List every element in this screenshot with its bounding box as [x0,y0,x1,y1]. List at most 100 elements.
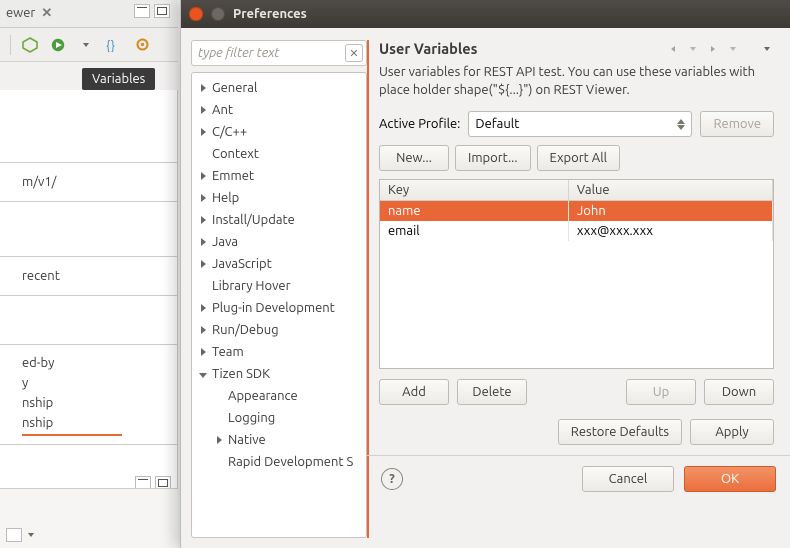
category-tree[interactable]: GeneralAntC/C++ContextEmmetHelp Install/U… [191,72,367,538]
chevron-down-icon[interactable] [28,526,34,540]
maximize-view-icon[interactable] [154,4,170,18]
expand-icon[interactable] [198,347,208,358]
apply-button[interactable]: Apply [690,419,774,445]
ide-view-tab[interactable]: ewer ✕ [0,0,58,24]
recent-label: recent [22,269,60,283]
tree-item[interactable]: Plug-in Development [192,297,366,319]
up-button[interactable]: Up [626,379,696,405]
tree-item[interactable]: Native [192,429,366,451]
node-icon[interactable] [21,36,39,54]
spinner-icon[interactable] [677,118,685,131]
list-item[interactable]: nship [22,393,167,413]
dialog-titlebar: Preferences [181,0,790,28]
tree-item[interactable]: Logging [192,407,366,429]
list-item[interactable]: ed-by [22,353,167,373]
restore-view-icon[interactable] [6,528,22,542]
cancel-button[interactable]: Cancel [582,466,674,492]
column-header-value[interactable]: Value [568,180,772,201]
export-all-button[interactable]: Export All [537,145,620,171]
chevron-down-icon[interactable] [726,42,740,56]
list-item[interactable]: y [22,373,167,393]
braces-icon[interactable]: {} [105,36,123,54]
page-history-nav [666,42,774,56]
recent-pane: recent [0,256,177,296]
expand-icon[interactable] [198,105,208,116]
tree-item[interactable]: JavaScript [192,253,366,275]
expand-icon[interactable] [198,193,208,204]
svg-text:{}: {} [106,39,115,52]
table-row[interactable]: nameJohn [380,201,773,222]
forward-icon[interactable] [706,42,720,56]
category-column: ✕ GeneralAntC/C++ContextEmmetHelp Install… [191,40,369,538]
tooltip: Variables [82,68,155,90]
back-icon[interactable] [666,42,680,56]
tree-item-label: Plug-in Development [212,301,335,315]
list-pane: ed-by y nship nship [0,344,177,445]
expand-icon[interactable] [198,325,208,336]
page-description: User variables for REST API test. You ca… [377,63,776,109]
tree-item-label: Appearance [228,389,298,403]
tree-item[interactable]: Emmet [192,165,366,187]
tree-item[interactable]: Install/Update [192,209,366,231]
tree-item[interactable]: Context [192,143,366,165]
window-close-icon[interactable] [189,7,203,21]
tree-item[interactable]: Team [192,341,366,363]
import-button[interactable]: Import... [455,145,531,171]
expand-icon[interactable] [198,303,208,314]
tree-item[interactable]: Help [192,187,366,209]
cell-value: John [568,201,772,222]
tree-item[interactable]: Tizen SDK [192,363,366,385]
expand-icon[interactable] [198,83,208,94]
chevron-down-icon[interactable] [686,42,700,56]
tree-item[interactable]: Run/Debug [192,319,366,341]
expand-icon[interactable] [214,435,224,446]
minimize-view-icon[interactable] [134,4,150,18]
remove-profile-button[interactable]: Remove [700,111,774,137]
cell-value: xxx@xxx.xxx [568,221,772,241]
tree-item[interactable]: Appearance [192,385,366,407]
tree-item-label: Run/Debug [212,323,279,337]
tree-item-label: Team [212,345,244,359]
expand-icon[interactable] [198,259,208,270]
chevron-down-icon[interactable] [77,36,95,54]
cell-key: email [380,221,568,241]
run-icon[interactable] [49,36,67,54]
expand-icon[interactable] [198,171,208,182]
collapse-icon[interactable] [198,369,208,380]
down-button[interactable]: Down [704,379,774,405]
tree-item[interactable]: Java [192,231,366,253]
tree-item-label: Rapid Development S [228,455,353,469]
table-row[interactable]: emailxxx@xxx.xxx [380,221,773,241]
tree-item[interactable]: Library Hover [192,275,366,297]
tree-item-label: Install/Update [212,213,295,227]
expand-icon[interactable] [198,237,208,248]
page-title: User Variables [379,40,477,57]
delete-button[interactable]: Delete [457,379,527,405]
active-profile-value: Default [475,117,519,131]
menu-chevron-icon[interactable] [760,42,774,56]
add-button[interactable]: Add [379,379,449,405]
cell-key: name [380,201,568,222]
new-button[interactable]: New... [379,145,449,171]
close-icon[interactable]: ✕ [41,6,52,21]
expand-icon[interactable] [198,215,208,226]
tree-item[interactable]: Ant [192,99,366,121]
url-pane: m/v1/ [0,162,177,202]
tree-item[interactable]: Rapid Development S [192,451,366,473]
tree-item[interactable]: C/C++ [192,121,366,143]
active-profile-combo[interactable]: Default [468,111,692,137]
expand-icon[interactable] [198,127,208,138]
column-header-key[interactable]: Key [380,180,568,201]
filter-input[interactable] [191,40,367,66]
variables-table[interactable]: Key Value nameJohnemailxxx@xxx.xxx [380,180,773,241]
restore-defaults-button[interactable]: Restore Defaults [558,419,682,445]
clear-filter-icon[interactable]: ✕ [345,44,363,62]
help-icon[interactable]: ? [381,468,403,490]
preferences-dialog: Preferences ✕ GeneralAntC/C++ContextEmme… [180,0,790,548]
ok-button[interactable]: OK [684,466,776,492]
settings-page: User Variables User variables for REST A… [377,40,776,538]
tree-item[interactable]: General [192,77,366,99]
gear-icon[interactable] [133,36,151,54]
window-minimize-icon[interactable] [211,7,225,21]
tree-item-label: Native [228,433,266,447]
